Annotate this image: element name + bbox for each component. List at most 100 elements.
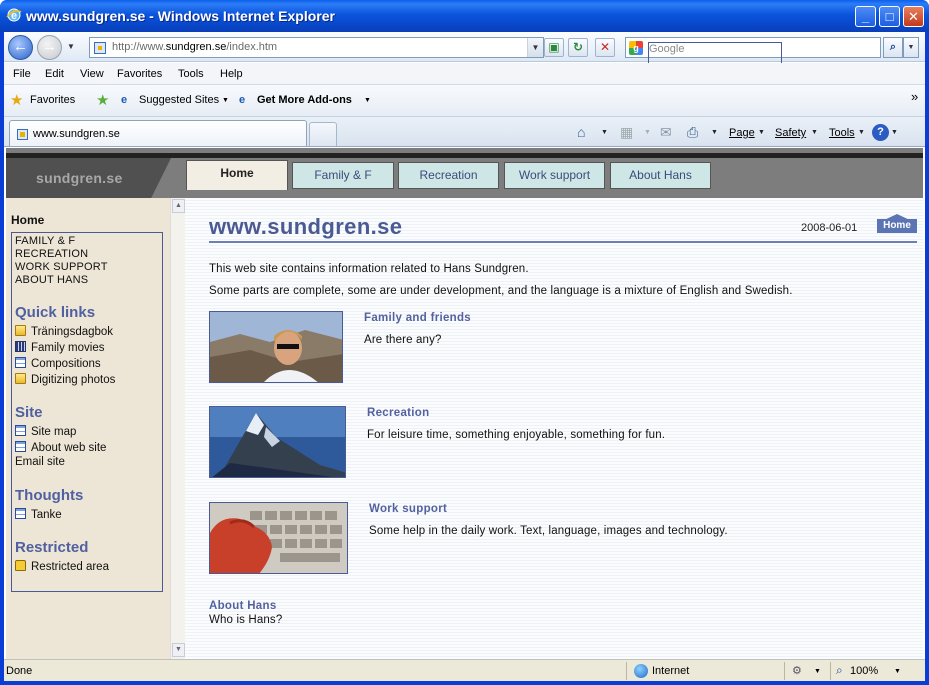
recent-pages-dropdown[interactable]: ▼: [67, 42, 75, 51]
feeds-dropdown-icon[interactable]: ▼: [644, 129, 651, 136]
browser-frame: ← → ▼ http://www.sundgren.se/index.htm ▼…: [4, 32, 925, 681]
close-button[interactable]: ✕: [903, 6, 924, 27]
page-dropdown-icon[interactable]: ▼: [758, 129, 765, 136]
addons-dropdown-icon[interactable]: ▼: [364, 97, 371, 104]
status-bar: Done Internet ⚙ ▼ ⌕ 100% ▼: [4, 659, 925, 681]
add-favorite-icon[interactable]: ★: [96, 91, 109, 109]
site-tab-about-hans[interactable]: About Hans: [610, 162, 711, 189]
print-icon[interactable]: ⎙: [687, 124, 698, 141]
site-tab-family[interactable]: Family & F: [292, 162, 394, 189]
folder-icon: [15, 325, 26, 336]
back-button[interactable]: ←: [8, 35, 33, 60]
work-support-photo-image: [210, 503, 347, 573]
thoughts-link-tanke[interactable]: Tanke: [15, 508, 62, 521]
page-menu[interactable]: Page: [729, 127, 755, 139]
protected-mode-icon[interactable]: ⚙: [792, 664, 802, 677]
favorites-button[interactable]: Favorites: [30, 94, 75, 106]
quick-link-digitizing-photos[interactable]: Digitizing photos: [15, 373, 115, 386]
sidebar-home-link[interactable]: Home: [11, 213, 44, 227]
address-input[interactable]: http://www.sundgren.se/index.htm: [112, 41, 277, 53]
minimize-button[interactable]: _: [855, 6, 876, 27]
safety-menu[interactable]: Safety: [775, 127, 806, 139]
toolbar-overflow-chevron[interactable]: »: [911, 89, 918, 104]
family-photo[interactable]: [209, 311, 343, 383]
tools-dropdown-icon[interactable]: ▼: [858, 129, 865, 136]
site-tab-home[interactable]: Home: [186, 160, 288, 190]
section-heading-about-hans[interactable]: About Hans: [209, 600, 277, 612]
site-link-about-web-site[interactable]: About web site: [15, 441, 106, 454]
document-icon: [15, 357, 26, 368]
print-dropdown-icon[interactable]: ▼: [711, 129, 718, 136]
get-more-addons-link[interactable]: Get More Add-ons: [257, 94, 352, 106]
forward-button[interactable]: →: [37, 35, 62, 60]
document-icon: [15, 441, 26, 452]
section-heading-work-support[interactable]: Work support: [369, 503, 447, 515]
search-options-dropdown[interactable]: ▼: [903, 37, 919, 58]
section-heading-recreation[interactable]: Recreation: [367, 407, 429, 419]
scroll-down-arrow-icon[interactable]: ▼: [172, 643, 185, 657]
site-link-site-map[interactable]: Site map: [15, 425, 76, 438]
tools-menu[interactable]: Tools: [829, 127, 855, 139]
restricted-link-area[interactable]: Restricted area: [15, 560, 109, 573]
home-icon[interactable]: ⌂: [577, 124, 585, 140]
folder-icon: [15, 373, 26, 384]
menu-view[interactable]: View: [80, 68, 104, 80]
suggested-sites-dropdown-icon[interactable]: ▼: [222, 97, 229, 104]
recreation-photo[interactable]: [209, 406, 346, 478]
quick-link-compositions[interactable]: Compositions: [15, 357, 101, 370]
refresh-button[interactable]: ↻: [568, 38, 588, 57]
site-tab-work-support[interactable]: Work support: [504, 162, 605, 189]
quick-link-traningsdagbok[interactable]: Träningsdagbok: [15, 325, 113, 338]
address-dropdown-icon[interactable]: ▼: [527, 38, 543, 57]
read-mail-icon[interactable]: ✉: [660, 124, 672, 141]
section-text-about-hans: Who is Hans?: [209, 614, 283, 626]
help-icon[interactable]: ?: [872, 124, 889, 141]
safety-dropdown-icon[interactable]: ▼: [811, 129, 818, 136]
scroll-up-arrow-icon[interactable]: ▲: [172, 199, 185, 213]
menu-edit[interactable]: Edit: [45, 68, 64, 80]
search-button[interactable]: ⌕: [883, 37, 903, 58]
stop-button[interactable]: ✕: [595, 38, 615, 57]
site-link-email-site[interactable]: Email site: [15, 456, 65, 468]
search-box[interactable]: g Google: [625, 37, 881, 114]
compatibility-view-button[interactable]: ▣: [544, 38, 564, 57]
sidebar-nav-box: FAMILY & F RECREATION WORK SUPPORT ABOUT…: [11, 232, 163, 592]
home-badge[interactable]: Home: [877, 214, 917, 234]
maximize-button[interactable]: □: [879, 6, 900, 27]
sidebar-item-about-hans[interactable]: ABOUT HANS: [15, 274, 88, 286]
navigation-bar: ← → ▼ http://www.sundgren.se/index.htm ▼…: [4, 32, 925, 114]
home-dropdown-icon[interactable]: ▼: [601, 129, 608, 136]
suggested-sites-link[interactable]: Suggested Sites: [139, 94, 219, 106]
feeds-icon[interactable]: ▦: [620, 124, 633, 141]
sidebar-item-recreation[interactable]: RECREATION: [15, 248, 88, 260]
page-title: www.sundgren.se: [209, 214, 403, 239]
menu-tools[interactable]: Tools: [178, 68, 204, 80]
menu-file[interactable]: File: [13, 68, 31, 80]
title-divider: [209, 241, 917, 243]
section-heading-family[interactable]: Family and friends: [364, 312, 471, 324]
protected-mode-dropdown-icon[interactable]: ▼: [814, 668, 821, 675]
zoom-dropdown-icon[interactable]: ▼: [894, 668, 901, 675]
work-support-photo[interactable]: [209, 502, 348, 574]
help-dropdown-icon[interactable]: ▼: [891, 129, 898, 136]
intro-text-2: Some parts are complete, some are under …: [209, 285, 793, 297]
sidebar-item-work-support[interactable]: WORK SUPPORT: [15, 261, 108, 273]
menu-help[interactable]: Help: [220, 68, 243, 80]
site-logo[interactable]: sundgren.se: [36, 170, 123, 186]
new-tab-button[interactable]: [309, 122, 337, 146]
security-zone[interactable]: Internet: [652, 665, 689, 677]
address-bar[interactable]: http://www.sundgren.se/index.htm ▼: [89, 37, 544, 58]
zoom-level[interactable]: 100%: [850, 665, 878, 677]
favorites-bar: ★ Favorites ★ e Suggested Sites ▼ e Get …: [4, 85, 925, 117]
section-text-work-support: Some help in the daily work. Text, langu…: [369, 525, 728, 537]
sidebar-item-family[interactable]: FAMILY & F: [15, 235, 75, 247]
back-arrow-icon: ←: [13, 38, 28, 55]
quick-link-family-movies[interactable]: Family movies: [15, 341, 104, 354]
site-tab-recreation[interactable]: Recreation: [398, 162, 499, 189]
film-icon: [15, 341, 26, 352]
menu-favorites[interactable]: Favorites: [117, 68, 162, 80]
title-bar[interactable]: e www.sundgren.se - Windows Internet Exp…: [0, 0, 929, 32]
page-scrollbar[interactable]: ▲ ▼: [170, 198, 185, 659]
browser-tab-active[interactable]: www.sundgren.se: [9, 120, 307, 146]
intro-text-1: This web site contains information relat…: [209, 263, 529, 275]
